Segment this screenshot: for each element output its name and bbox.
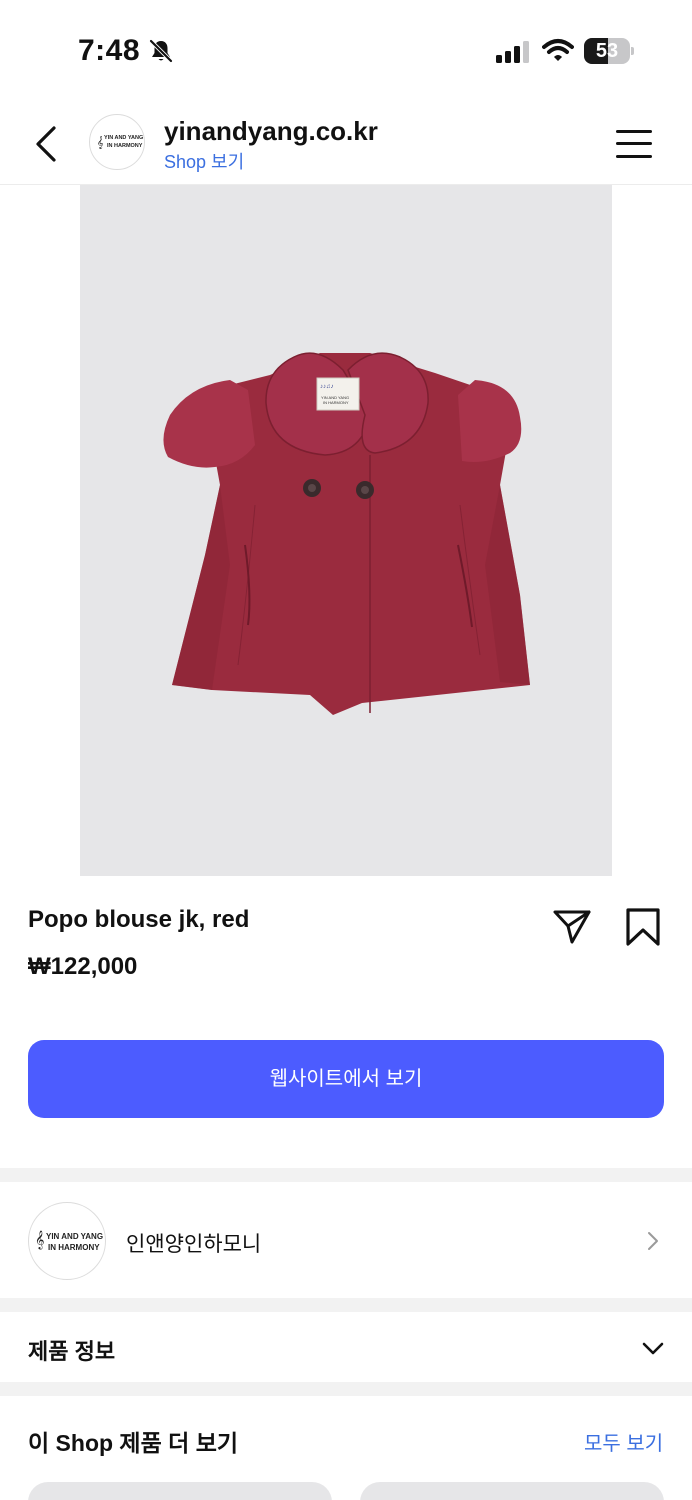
svg-text:♪♪♫♪: ♪♪♫♪ bbox=[320, 384, 334, 390]
cellular-signal-icon bbox=[496, 41, 529, 63]
product-image[interactable]: ♪♪♫♪ YIN AND YANG IN HARMONY bbox=[80, 185, 612, 876]
clef-icon: 𝄞 bbox=[97, 137, 104, 149]
logo-text-line1: YIN AND YANG bbox=[104, 135, 144, 141]
visit-website-button[interactable]: 웹사이트에서 보기 bbox=[28, 1040, 664, 1118]
menu-line bbox=[616, 130, 652, 133]
more-from-shop-title: 이 Shop 제품 더 보기 bbox=[28, 1430, 239, 1456]
blouse-jacket-illustration: ♪♪♫♪ YIN AND YANG IN HARMONY bbox=[163, 352, 530, 715]
section-divider bbox=[0, 1298, 692, 1312]
view-shop-link[interactable]: Shop 보기 bbox=[164, 148, 244, 174]
clef-icon: 𝄞 bbox=[35, 1232, 45, 1249]
back-arrow-icon[interactable] bbox=[28, 124, 64, 164]
product-thumbnail[interactable] bbox=[28, 1482, 332, 1500]
merchant-logo-line2: IN HARMONY bbox=[48, 1243, 100, 1252]
product-thumbnail[interactable] bbox=[360, 1482, 664, 1500]
battery-body: 53 bbox=[584, 38, 630, 64]
see-all-link[interactable]: 모두 보기 bbox=[584, 1427, 663, 1456]
wifi-icon bbox=[542, 39, 574, 61]
merchant-logo-line1: YIN AND YANG bbox=[46, 1232, 104, 1241]
chevron-right-icon bbox=[648, 1232, 658, 1250]
bell-muted-icon bbox=[149, 39, 173, 63]
product-price: ₩122,000 bbox=[28, 953, 138, 980]
merchant-name: 인앤양인하모니 bbox=[126, 1233, 262, 1256]
shop-header: 𝄞 YIN AND YANG IN HARMONY yinandyang.co.… bbox=[0, 100, 692, 185]
section-divider bbox=[0, 1382, 692, 1396]
merchant-logo: 𝄞 YIN AND YANG IN HARMONY bbox=[28, 1202, 106, 1280]
battery-indicator: 53 bbox=[584, 38, 634, 64]
chevron-down-icon bbox=[642, 1342, 664, 1355]
logo-text-line2: IN HARMONY bbox=[107, 143, 143, 149]
shop-logo[interactable]: 𝄞 YIN AND YANG IN HARMONY bbox=[89, 114, 145, 170]
shop-logo-mark: 𝄞 YIN AND YANG IN HARMONY bbox=[90, 115, 144, 169]
status-bar: 7:48 53 bbox=[0, 0, 692, 100]
battery-tip bbox=[631, 47, 634, 55]
menu-line bbox=[616, 155, 652, 158]
garment-label-line2: IN HARMONY bbox=[323, 400, 349, 405]
share-icon[interactable] bbox=[552, 906, 592, 948]
product-info-title: 제품 정보 bbox=[28, 1339, 116, 1364]
menu-line bbox=[616, 142, 652, 145]
hamburger-menu-icon[interactable] bbox=[614, 128, 654, 160]
product-info-accordion[interactable]: 제품 정보 bbox=[0, 1312, 692, 1382]
merchant-row[interactable]: 𝄞 YIN AND YANG IN HARMONY 인앤양인하모니 bbox=[0, 1184, 692, 1298]
bookmark-icon[interactable] bbox=[624, 906, 662, 948]
status-time: 7:48 bbox=[78, 34, 141, 67]
shop-domain[interactable]: yinandyang.co.kr bbox=[164, 116, 378, 147]
section-divider bbox=[0, 1168, 692, 1182]
product-name: Popo blouse jk, red bbox=[28, 906, 250, 933]
battery-percent: 53 bbox=[595, 40, 619, 62]
